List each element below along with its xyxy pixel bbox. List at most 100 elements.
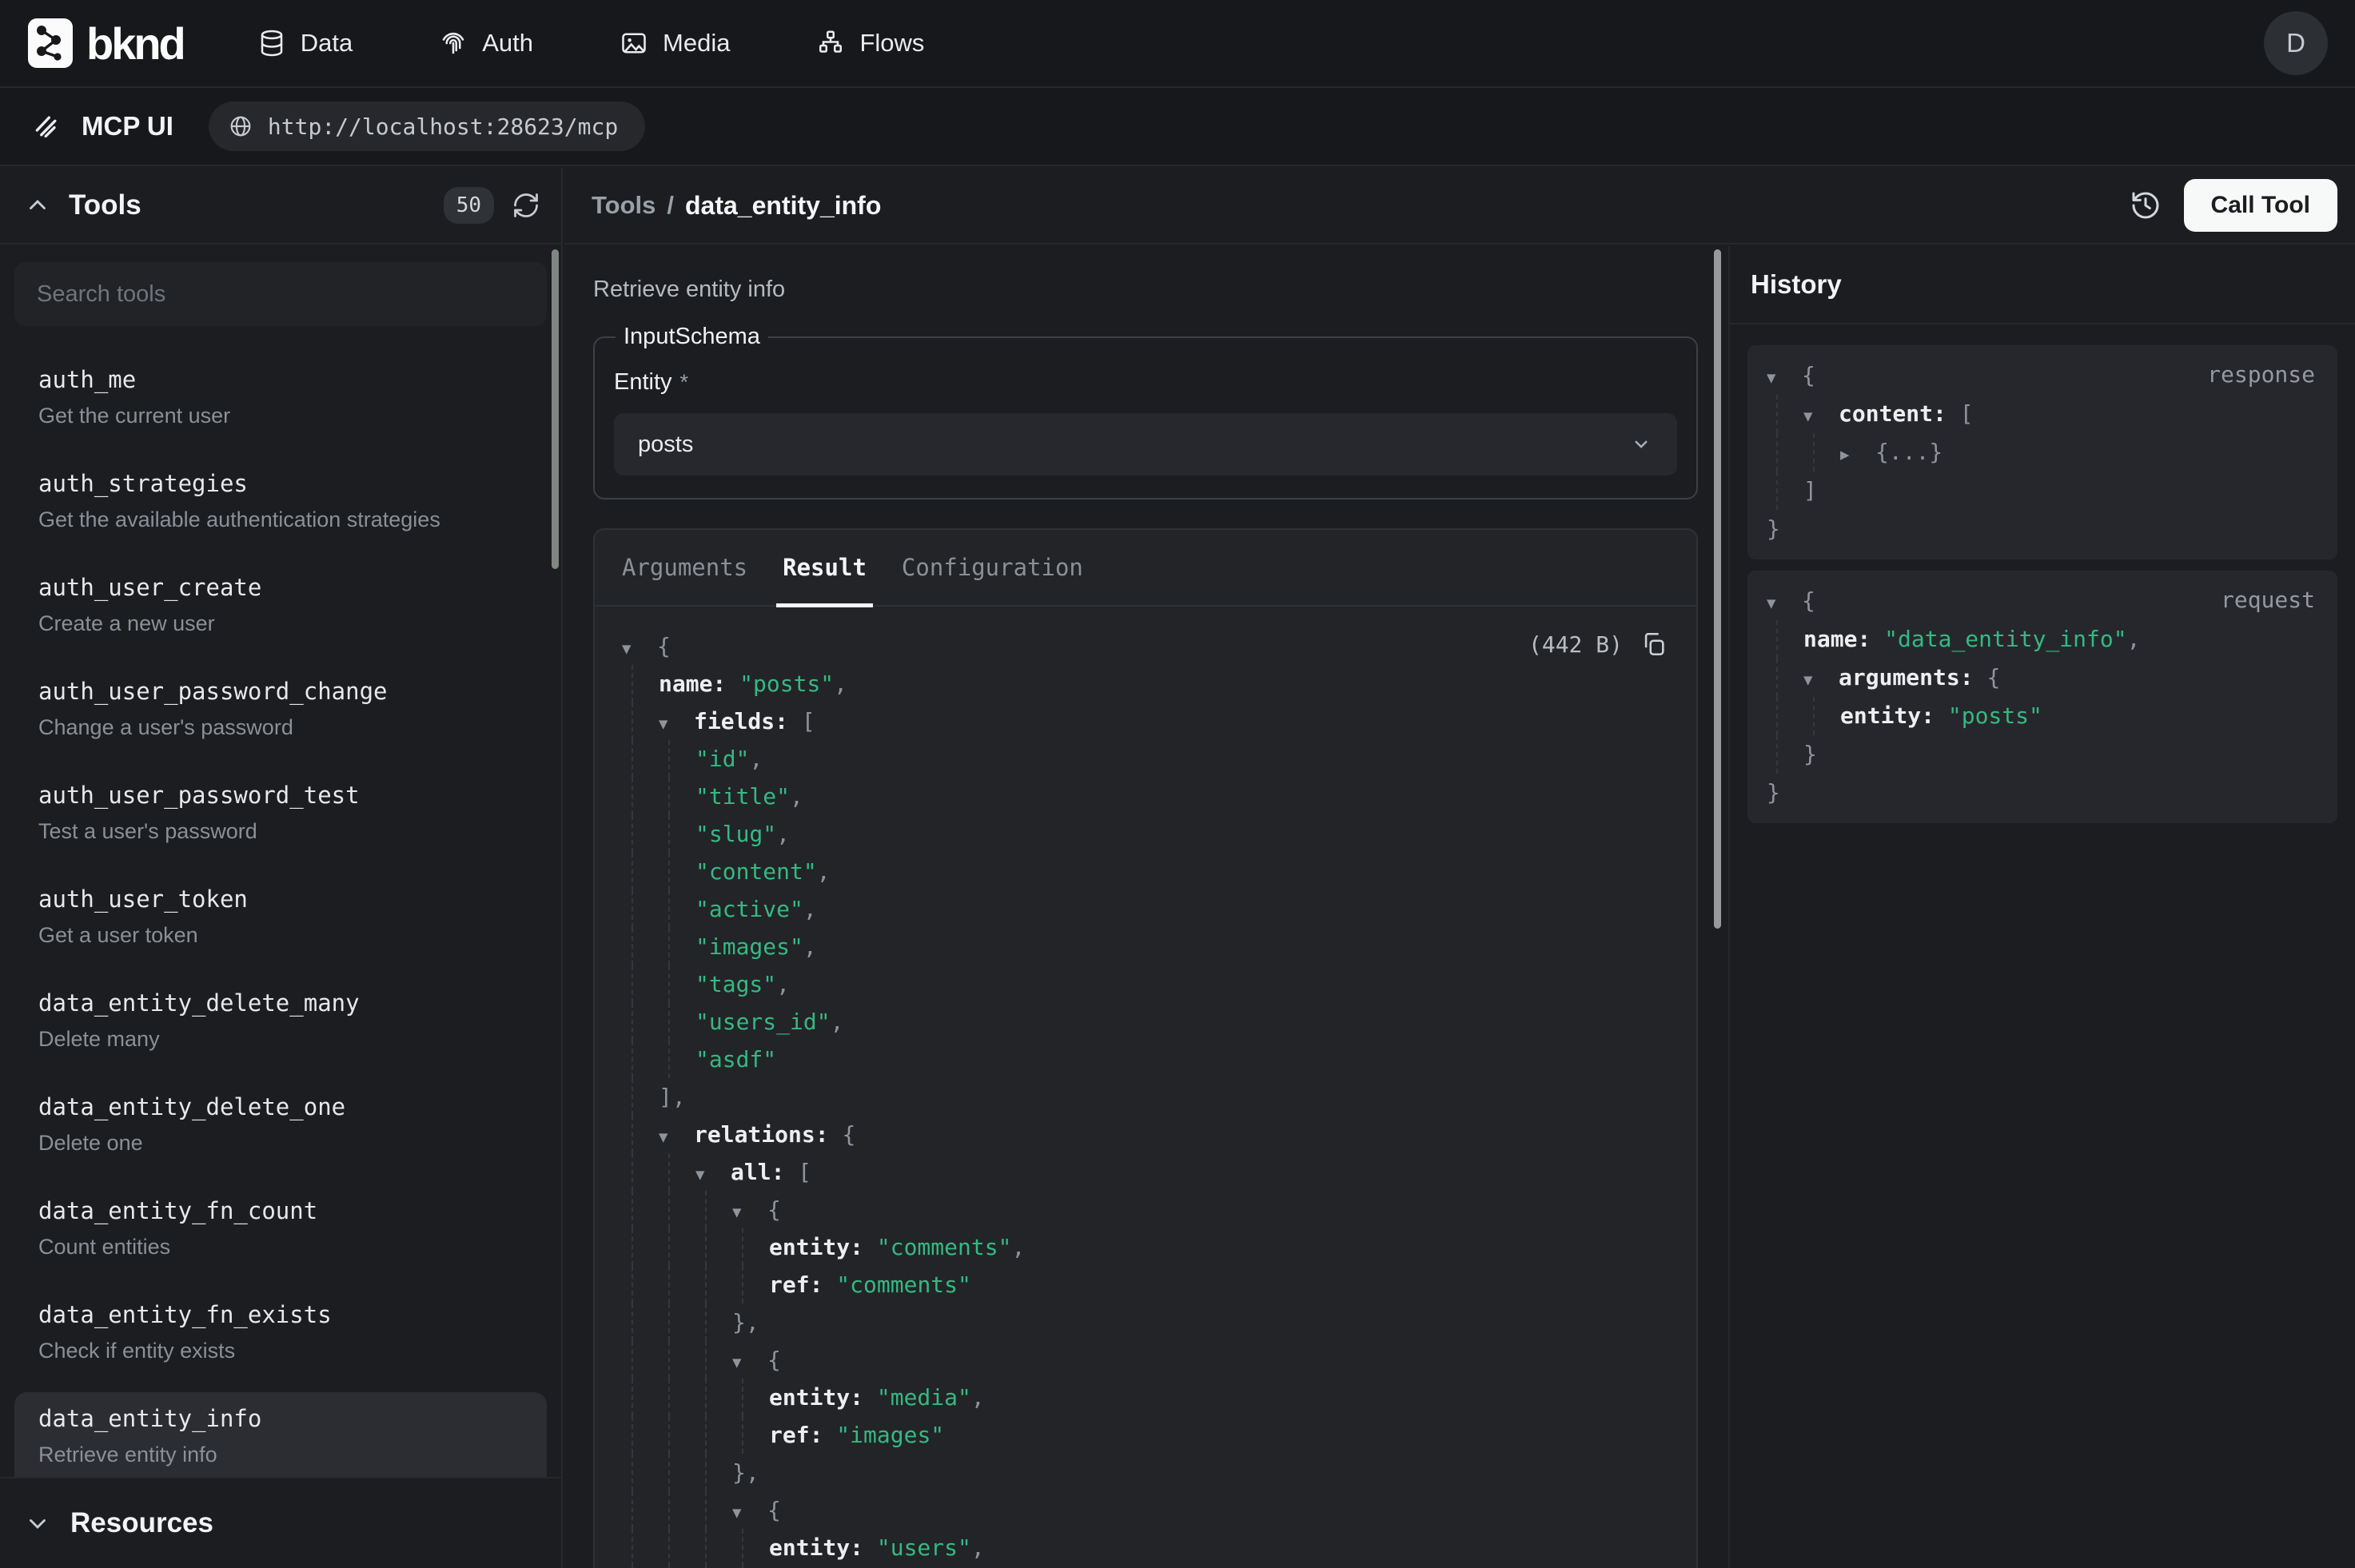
json-line: "id",	[622, 740, 1672, 778]
json-string: "active"	[695, 890, 803, 928]
collapse-triangle-icon[interactable]: ▼	[732, 1344, 767, 1382]
resources-section-header[interactable]: Resources	[0, 1477, 561, 1568]
main-scrollbar[interactable]	[1714, 249, 1721, 929]
nav-item-flows[interactable]: Flows	[816, 29, 924, 58]
collapse-triangle-icon[interactable]: ▼	[659, 1119, 694, 1156]
json-line: "images",	[622, 928, 1672, 965]
tool-name: data_entity_fn_count	[38, 1197, 547, 1224]
breadcrumb-section[interactable]: Tools	[592, 191, 655, 220]
collapse-triangle-icon[interactable]: ▼	[1767, 359, 1802, 397]
indent-guide	[659, 1379, 695, 1416]
tool-name: data_entity_fn_exists	[38, 1301, 547, 1328]
json-punct: ,	[790, 778, 803, 815]
json-string: "images"	[695, 928, 803, 965]
tool-list-item[interactable]: data_entity_delete_many Delete many	[14, 977, 547, 1080]
chevron-up-icon	[24, 192, 51, 219]
json-punct: },	[732, 1303, 759, 1341]
history-entry-request[interactable]: request ▼{name: "data_entity_info",▼argu…	[1747, 571, 2337, 823]
brand-logo[interactable]: bknd	[27, 18, 184, 70]
collapse-triangle-icon[interactable]: ▼	[732, 1494, 767, 1532]
main-header: Tools / data_entity_info Call Tool	[564, 168, 2355, 245]
indent-guide	[622, 1078, 659, 1116]
json-line: "content",	[622, 853, 1672, 890]
json-line: ▼relations: {	[622, 1116, 1672, 1153]
collapse-triangle-icon[interactable]: ▼	[1803, 397, 1839, 436]
json-punct: ]	[1803, 472, 1817, 510]
json-string: "posts"	[739, 665, 834, 702]
tool-list-item[interactable]: auth_user_create Create a new user	[14, 561, 547, 665]
indent-guide	[695, 1379, 732, 1416]
collapse-triangle-icon[interactable]: ▼	[695, 1156, 731, 1194]
tool-list-item[interactable]: auth_me Get the current user	[14, 353, 547, 457]
nav-item-data[interactable]: Data	[257, 29, 353, 58]
collapse-triangle-icon[interactable]: ▼	[1803, 661, 1839, 699]
tool-list-item[interactable]: data_entity_fn_count Count entities	[14, 1184, 547, 1288]
copy-result-button[interactable]	[1640, 631, 1668, 658]
collapse-triangle-icon[interactable]: ▼	[622, 631, 657, 668]
toggle-history-button[interactable]	[2130, 189, 2162, 221]
sidebar-scrollbar[interactable]	[552, 249, 559, 569]
json-string: "comments"	[836, 1266, 971, 1303]
result-panel: Arguments Result Configuration (442 B)	[593, 528, 1698, 1568]
json-punct: {	[657, 627, 671, 665]
input-schema-legend: InputSchema	[616, 324, 768, 350]
call-tool-button[interactable]: Call Tool	[2184, 179, 2337, 232]
tool-list-item[interactable]: auth_user_password_test Test a user's pa…	[14, 769, 547, 873]
nav-label: Auth	[482, 29, 533, 58]
indent-guide	[659, 890, 695, 928]
indent-guide	[622, 1266, 659, 1303]
tab-label: Arguments	[622, 554, 747, 581]
collapse-triangle-icon[interactable]: ▼	[732, 1194, 767, 1232]
json-string: "users_id"	[695, 1003, 831, 1041]
json-line: "slug",	[622, 815, 1672, 853]
refresh-tools-button[interactable]	[512, 191, 540, 220]
indent-guide	[1767, 433, 1803, 472]
required-marker: *	[680, 370, 689, 394]
nav-item-auth[interactable]: Auth	[439, 29, 533, 58]
indent-guide	[622, 665, 659, 702]
tab[interactable]: Configuration	[902, 529, 1083, 606]
collapse-triangle-icon[interactable]: ▼	[659, 706, 694, 743]
tool-list-item[interactable]: auth_user_token Get a user token	[14, 873, 547, 977]
tools-section-header[interactable]: Tools 50	[0, 168, 561, 245]
tab-row: Arguments Result Configuration	[595, 530, 1696, 607]
search-tools-input[interactable]	[14, 262, 547, 326]
tab[interactable]: Result	[783, 529, 867, 606]
history-header: History	[1730, 246, 2355, 324]
sidebar: Tools 50 auth_me Get the current user au…	[0, 168, 563, 1568]
indent-guide	[622, 1379, 659, 1416]
json-line: entity: "posts"	[1767, 697, 2317, 735]
entity-label-text: Entity	[614, 369, 672, 395]
collapse-triangle-icon[interactable]: ▼	[1767, 584, 1802, 623]
json-punct: {	[1986, 659, 2000, 697]
json-punct: ,	[776, 815, 790, 853]
main-panel: Tools / data_entity_info Call Tool Retri…	[564, 168, 2355, 1568]
indent-guide	[622, 890, 659, 928]
tool-list-item[interactable]: data_entity_delete_one Delete one	[14, 1080, 547, 1184]
indent-guide	[659, 1266, 695, 1303]
tool-list-item[interactable]: auth_user_password_change Change a user'…	[14, 665, 547, 769]
tab[interactable]: Arguments	[622, 529, 747, 606]
header-actions: Call Tool	[2130, 179, 2337, 232]
expand-triangle-icon[interactable]: ▶	[1840, 436, 1875, 474]
history-entry-response[interactable]: response ▼{▼content: [▶{...}]}	[1747, 345, 2337, 559]
server-url-pill[interactable]: http://localhost:28623/mcp	[209, 101, 645, 151]
indent-guide	[622, 965, 659, 1003]
entity-select-value: posts	[638, 432, 693, 458]
nav-item-media[interactable]: Media	[620, 29, 730, 58]
indent-guide	[622, 1041, 659, 1078]
tool-description: Count entities	[38, 1235, 547, 1260]
tool-list-item[interactable]: auth_strategies Get the available authen…	[14, 457, 547, 561]
json-key: ref:	[769, 1416, 836, 1454]
tool-description: Test a user's password	[38, 819, 547, 844]
json-line: entity: "comments",	[622, 1228, 1672, 1266]
json-key: relations:	[694, 1116, 842, 1153]
tool-detail: Retrieve entity info InputSchema Entity*…	[564, 246, 1727, 1568]
user-avatar[interactable]: D	[2264, 11, 2328, 75]
entity-select[interactable]: posts	[614, 413, 1677, 476]
indent-guide	[659, 1228, 695, 1266]
tool-list-item[interactable]: data_entity_fn_exists Check if entity ex…	[14, 1288, 547, 1392]
json-punct: }	[1803, 735, 1817, 774]
server-url: http://localhost:28623/mcp	[268, 113, 618, 140]
json-key: entity:	[769, 1228, 877, 1266]
